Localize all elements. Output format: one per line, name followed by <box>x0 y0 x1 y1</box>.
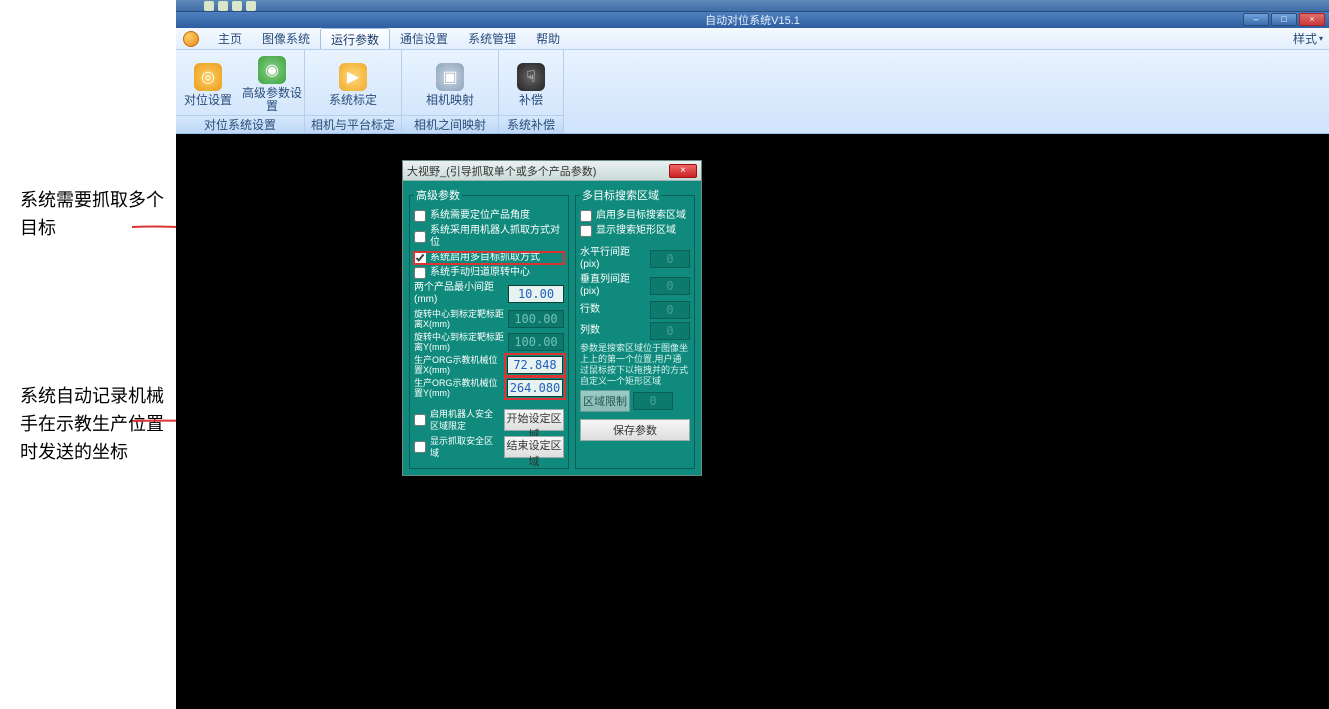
chk-safe-zone-label: 启用机器人安全区域限定 <box>430 408 501 432</box>
menu-run-params[interactable]: 运行参数 <box>320 28 390 49</box>
advanced-params-legend: 高级参数 <box>414 187 462 203</box>
window-maximize-button[interactable]: □ <box>1271 13 1297 26</box>
lbl-two-prod-dist: 两个产品最小间距(mm) <box>414 282 505 306</box>
ribbon-group-caption: 相机与平台标定 <box>305 115 401 133</box>
btn-region-limit[interactable]: 区域限制 <box>580 390 630 412</box>
lbl-rows: 行数 <box>580 304 647 316</box>
btn-end-area[interactable]: 结束设定区域 <box>504 436 564 458</box>
ribbon-btn-alignment-settings[interactable]: ◎ 对位设置 <box>176 50 240 115</box>
menu-bar: 主页 图像系统 运行参数 通信设置 系统管理 帮助 样式 ▾ <box>176 28 1329 50</box>
inp-cols[interactable] <box>650 322 690 340</box>
btn-start-area[interactable]: 开始设定区域 <box>504 409 564 431</box>
qicon-3[interactable] <box>232 1 242 11</box>
window-title: 自动对位系统V15.1 <box>705 12 800 28</box>
style-dropdown-icon[interactable]: ▾ <box>1319 34 1323 43</box>
ribbon-btn-label: 相机映射 <box>426 94 474 107</box>
chk-show-search-rect[interactable] <box>580 225 592 237</box>
qicon-2[interactable] <box>218 1 228 11</box>
ribbon-btn-system-calibration[interactable]: ▶ 系统标定 <box>305 50 401 115</box>
inp-two-prod-dist[interactable] <box>508 285 564 303</box>
menu-style[interactable]: 样式 <box>1293 30 1317 47</box>
ribbon-btn-compensation[interactable]: ☟ 补偿 <box>499 50 563 115</box>
ribbon-group-alignment: ◎ 对位设置 ◉ 高级参数设置 对位系统设置 <box>176 50 305 133</box>
title-bar: 自动对位系统V15.1 – □ × <box>176 12 1329 28</box>
btn-save-params[interactable]: 保存参数 <box>580 419 690 441</box>
ribbon-btn-label: 对位设置 <box>184 94 232 107</box>
menu-system-management[interactable]: 系统管理 <box>458 28 526 49</box>
advanced-params-group: 高级参数 系统需要定位产品角度 系统采用用机器人抓取方式对位 系统启用多目标抓取… <box>409 187 569 469</box>
qicon-1[interactable] <box>204 1 214 11</box>
content-viewport <box>176 134 1329 709</box>
inp-vgap[interactable] <box>650 277 690 295</box>
lbl-rot-center-y: 旋转中心到标定靶标距离Y(mm) <box>414 332 505 352</box>
app-logo[interactable] <box>180 28 202 50</box>
ribbon-btn-label: 补偿 <box>519 94 543 107</box>
ribbon-group-compensation: ☟ 补偿 系统补偿 <box>499 50 564 133</box>
qicon-4[interactable] <box>246 1 256 11</box>
camera-icon: ▣ <box>436 63 464 91</box>
app-window: 自动对位系统V15.1 – □ × 主页 图像系统 运行参数 通信设置 系统管理… <box>176 0 1329 709</box>
target-icon: ◎ <box>194 63 222 91</box>
ribbon-btn-label: 系统标定 <box>329 94 377 107</box>
chk-manual-return-label: 系统手动归道原转中心 <box>430 267 564 279</box>
chk-locate-angle-label: 系统需要定位产品角度 <box>430 210 564 222</box>
ribbon-group-caption: 相机之间映射 <box>402 115 498 133</box>
window-close-button[interactable]: × <box>1299 13 1325 26</box>
inp-region-limit[interactable] <box>633 392 673 410</box>
annotation-auto-record: 系统自动记录机械手在示教生产位置时发送的坐标 <box>0 382 176 466</box>
chk-show-search-rect-label: 显示搜索矩形区域 <box>596 225 690 237</box>
annotation-multiple-targets: 系统需要抓取多个目标 <box>0 186 176 242</box>
ribbon-group-caption: 系统补偿 <box>499 115 563 133</box>
chk-locate-angle[interactable] <box>414 210 426 222</box>
chk-show-safe-zone-label: 显示抓取安全区域 <box>430 435 501 459</box>
lbl-vgap: 垂直列间距(pix) <box>580 274 647 298</box>
inp-org-x[interactable] <box>507 356 563 374</box>
multi-target-search-legend: 多目标搜索区域 <box>580 187 661 203</box>
chk-robot-grab[interactable] <box>414 231 426 243</box>
lbl-hgap: 水平行间距(pix) <box>580 247 647 271</box>
hand-icon: ☟ <box>517 63 545 91</box>
chk-show-safe-zone[interactable] <box>414 441 426 453</box>
ribbon-bar: ◎ 对位设置 ◉ 高级参数设置 对位系统设置 ▶ 系统标定 相机与平台标定 <box>176 50 1329 134</box>
inp-org-y[interactable] <box>507 379 563 397</box>
chk-robot-grab-label: 系统采用用机器人抓取方式对位 <box>430 225 564 249</box>
chk-manual-return[interactable] <box>414 267 426 279</box>
lbl-rot-center-x: 旋转中心到标定靶标距离X(mm) <box>414 309 505 329</box>
large-fov-params-dialog: 大视野_(引导抓取单个或多个产品参数) × 高级参数 系统需要定位产品角度 系统… <box>402 160 702 476</box>
dialog-close-button[interactable]: × <box>669 164 697 178</box>
ribbon-group-camera-mapping: ▣ 相机映射 相机之间映射 <box>402 50 499 133</box>
quick-launch-bar <box>176 0 1329 12</box>
ribbon-btn-camera-mapping[interactable]: ▣ 相机映射 <box>402 50 498 115</box>
search-region-hint: 参数是搜索区域位于图像坐上上的第一个位置,用户通过鼠标按下以拖拽并的方式自定义一… <box>580 343 690 387</box>
menu-home[interactable]: 主页 <box>208 28 252 49</box>
dialog-title-bar[interactable]: 大视野_(引导抓取单个或多个产品参数) × <box>403 161 701 181</box>
ribbon-group-calibration: ▶ 系统标定 相机与平台标定 <box>305 50 402 133</box>
multi-target-search-group: 多目标搜索区域 启用多目标搜索区域 显示搜索矩形区域 水平行间距(pix) 垂直… <box>575 187 695 469</box>
chk-enable-multi-search[interactable] <box>580 210 592 222</box>
menu-image-system[interactable]: 图像系统 <box>252 28 320 49</box>
menu-help[interactable]: 帮助 <box>526 28 570 49</box>
window-minimize-button[interactable]: – <box>1243 13 1269 26</box>
disc-icon: ◉ <box>258 56 286 84</box>
chk-multi-target[interactable] <box>414 252 426 264</box>
quick-icons <box>204 0 256 12</box>
inp-rot-center-y[interactable] <box>508 333 564 351</box>
chk-safe-zone[interactable] <box>414 414 426 426</box>
play-icon: ▶ <box>339 63 367 91</box>
ribbon-btn-advanced-params[interactable]: ◉ 高级参数设置 <box>240 50 304 115</box>
dialog-title: 大视野_(引导抓取单个或多个产品参数) <box>407 163 596 179</box>
inp-rot-center-x[interactable] <box>508 310 564 328</box>
ribbon-group-caption: 对位系统设置 <box>176 115 304 133</box>
chk-multi-target-label: 系统启用多目标抓取方式 <box>430 252 564 264</box>
ribbon-btn-label: 高级参数设置 <box>240 87 304 113</box>
lbl-org-x: 生产ORG示教机械位置X(mm) <box>414 355 503 375</box>
chk-enable-multi-search-label: 启用多目标搜索区域 <box>596 210 690 222</box>
inp-hgap[interactable] <box>650 250 690 268</box>
lbl-cols: 列数 <box>580 325 647 337</box>
lbl-org-y: 生产ORG示教机械位置Y(mm) <box>414 378 503 398</box>
menu-comm-settings[interactable]: 通信设置 <box>390 28 458 49</box>
inp-rows[interactable] <box>650 301 690 319</box>
